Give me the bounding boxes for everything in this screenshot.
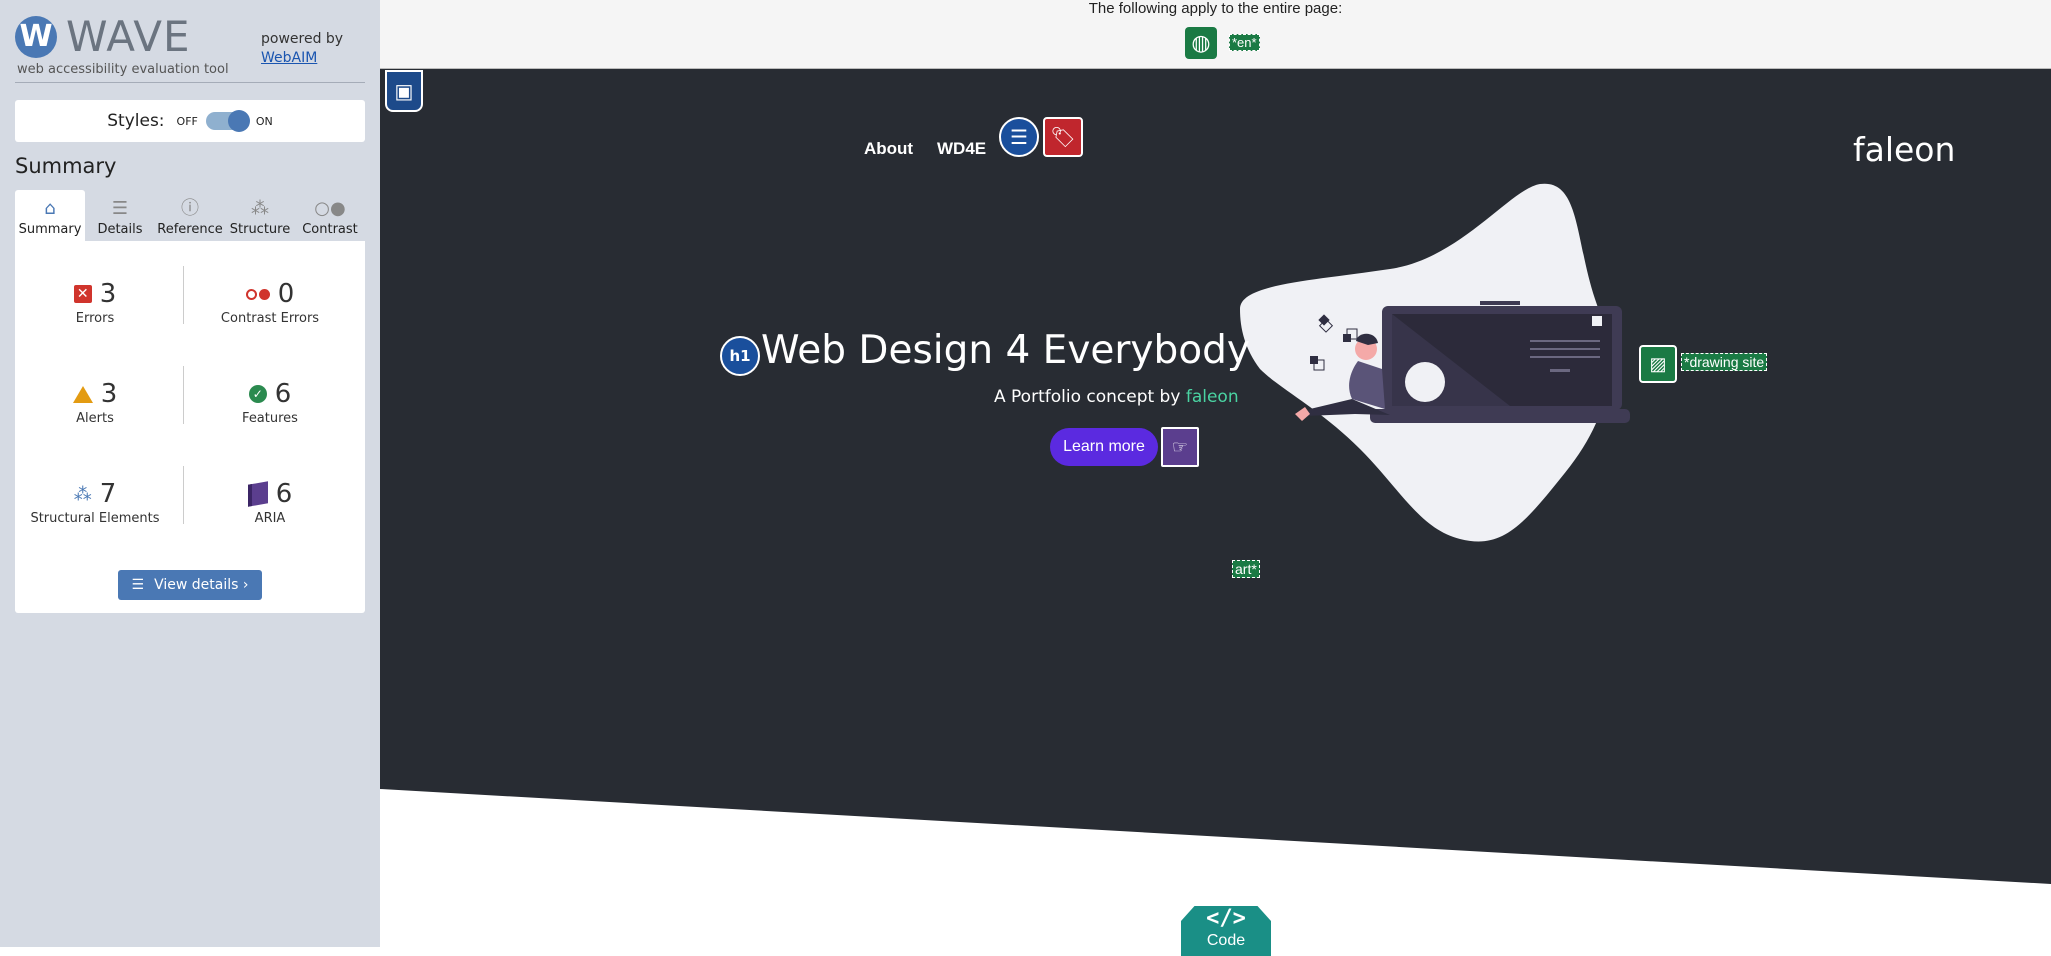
contrast-icon: ○● xyxy=(314,198,346,219)
powered-by-label: powered by xyxy=(261,31,344,47)
stat-count: 0 xyxy=(277,279,295,309)
code-badge: </> Code xyxy=(1181,906,1271,956)
summary-panel: ⌂ Summary ☰ Details ⓘ Reference ⁂ Struct… xyxy=(15,190,365,613)
region-icon[interactable]: ▣ xyxy=(385,70,423,112)
info-icon: ⓘ xyxy=(181,198,199,219)
stat-structural[interactable]: ⁂ 7 Structural Elements xyxy=(15,479,175,526)
wave-tagline: web accessibility evaluation tool xyxy=(17,62,229,77)
tab-label: Summary xyxy=(18,222,82,237)
stat-count: 7 xyxy=(99,479,117,509)
stat-contrast-errors[interactable]: 0 Contrast Errors xyxy=(190,279,350,326)
list-icon: ☰ xyxy=(111,198,129,219)
code-icon: </> xyxy=(1206,906,1246,931)
stat-count: 3 xyxy=(100,379,118,409)
view-details-label: View details › xyxy=(154,577,249,593)
hero-subtitle: A Portfolio concept by faleon xyxy=(994,387,1239,407)
stat-errors[interactable]: ✕ 3 Errors xyxy=(15,279,175,326)
stat-label: ARIA xyxy=(254,511,286,526)
stat-count: 6 xyxy=(275,479,293,509)
styles-off-label: OFF xyxy=(176,114,198,128)
alt-text-tag: *drawing site xyxy=(1681,353,1768,371)
powered-by: powered by WebAIM xyxy=(261,30,343,68)
hero-author-link[interactable]: faleon xyxy=(1186,387,1239,407)
learn-more-button[interactable]: Learn more xyxy=(1050,428,1158,466)
laptop-disc xyxy=(1405,362,1445,402)
globe-icon[interactable]: ◍ xyxy=(1185,27,1217,59)
stat-aria[interactable]: 6 ARIA xyxy=(190,479,350,526)
tab-structure[interactable]: ⁂ Structure xyxy=(225,190,295,241)
tab-label: Reference xyxy=(157,222,223,237)
section-divider-shape xyxy=(380,183,2051,947)
site-brand[interactable]: faleon xyxy=(1853,130,1955,169)
home-icon: ⌂ xyxy=(44,198,56,219)
tab-contrast[interactable]: ○● Contrast xyxy=(295,190,365,241)
stat-label: Structural Elements xyxy=(30,511,160,526)
alert-icon xyxy=(72,385,93,403)
heading-h1-icon[interactable]: h1 xyxy=(720,336,760,376)
website-hero: ▣ About WD4E ☰ 🏷 faleon h1 Web Design 4 … xyxy=(380,69,2051,956)
wave-logo-text: WAVE xyxy=(66,12,191,61)
stat-label: Alerts xyxy=(76,411,114,426)
unordered-list-icon[interactable]: ☰ xyxy=(999,117,1039,157)
list-icon: ☰ xyxy=(131,577,145,593)
styles-toggle[interactable] xyxy=(205,110,250,132)
hierarchy-icon: ⁂ xyxy=(251,198,269,219)
error-icon: ✕ xyxy=(73,285,92,303)
wave-logo-icon: W xyxy=(15,16,57,58)
hero-subtitle-text: A Portfolio concept by xyxy=(994,387,1186,407)
page-level-banner: The following apply to the entire page: … xyxy=(380,0,2051,69)
language-tag: *en* xyxy=(1229,34,1260,51)
stat-label: Contrast Errors xyxy=(220,311,320,326)
image-alt-icon[interactable]: ▨ xyxy=(1639,345,1677,383)
broken-link-error-icon[interactable]: 🏷 xyxy=(1043,117,1083,157)
styles-label: Styles: xyxy=(107,111,165,131)
stat-features[interactable]: ✓ 6 Features xyxy=(190,379,350,426)
summary-heading: Summary xyxy=(15,154,117,178)
tab-summary[interactable]: ⌂ Summary xyxy=(15,190,85,241)
stat-count: 6 xyxy=(274,379,292,409)
divider xyxy=(183,366,184,424)
hero-title: Web Design 4 Everybody xyxy=(761,328,1250,373)
alt-text-tag-continued: art* xyxy=(1232,560,1260,578)
wave-brand: W WAVE web accessibility evaluation tool… xyxy=(15,12,365,83)
webaim-link[interactable]: WebAIM xyxy=(261,50,317,66)
tab-bar: ⌂ Summary ☰ Details ⓘ Reference ⁂ Struct… xyxy=(15,190,365,241)
summary-stats: ✕ 3 Errors 0 Contrast Errors 3 Alerts ✓ 6 … xyxy=(15,241,365,541)
tab-label: Contrast xyxy=(302,222,358,237)
stat-label: Errors xyxy=(75,311,115,326)
laptop-base xyxy=(1370,409,1630,423)
tab-label: Details xyxy=(97,222,143,237)
feature-check-icon: ✓ xyxy=(248,385,267,403)
stat-count: 3 xyxy=(99,279,117,309)
styles-on-label: ON xyxy=(255,114,273,128)
code-badge-label: Code xyxy=(1206,932,1246,949)
stat-alerts[interactable]: 3 Alerts xyxy=(15,379,175,426)
page-level-text: The following apply to the entire page: xyxy=(1088,0,1343,17)
divider xyxy=(183,466,184,524)
tab-details[interactable]: ☰ Details xyxy=(85,190,155,241)
nav-link-wd4e[interactable]: WD4E xyxy=(937,139,986,159)
tab-label: Structure xyxy=(229,222,291,237)
aria-label-icon[interactable]: ☞ xyxy=(1161,427,1199,467)
aria-icon xyxy=(247,481,268,507)
stat-label: Features xyxy=(242,411,298,426)
nav-link-about[interactable]: About xyxy=(864,139,913,159)
view-details-button[interactable]: ☰ View details › xyxy=(118,570,262,600)
tab-reference[interactable]: ⓘ Reference xyxy=(155,190,225,241)
structure-icon: ⁂ xyxy=(73,483,92,504)
wave-sidebar: W WAVE web accessibility evaluation tool… xyxy=(0,0,380,947)
styles-toggle-box: Styles: OFF ON xyxy=(15,100,365,142)
contrast-error-icon xyxy=(245,288,270,300)
divider xyxy=(183,266,184,324)
